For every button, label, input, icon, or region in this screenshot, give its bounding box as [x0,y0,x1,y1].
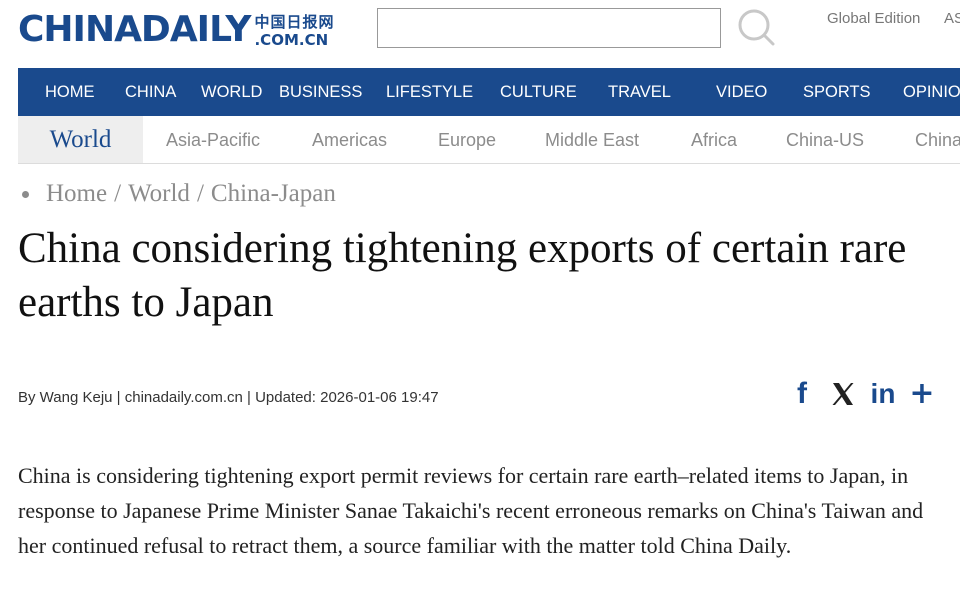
nav-video[interactable]: VIDEO [716,68,767,116]
section-subnav: World Asia-Pacific Americas Europe Middl… [18,116,960,164]
subnav-americas[interactable]: Americas [312,116,387,163]
logo-sub: 中国日报网 .COM.CN [254,15,334,48]
nav-lifestyle[interactable]: LIFESTYLE [386,68,473,116]
main-nav: HOME CHINA WORLD BUSINESS LIFESTYLE CULT… [18,68,960,116]
china-daily-logo[interactable]: CHINADAILY 中国日报网 .COM.CN [18,8,335,48]
breadcrumb: Home / World / China-Japan [18,178,336,210]
breadcrumb-separator: / [114,180,122,207]
nav-sports[interactable]: SPORTS [803,68,871,116]
nav-culture[interactable]: CULTURE [500,68,577,116]
subnav-middle-east[interactable]: Middle East [545,116,639,163]
bullet-icon [22,190,29,198]
logo-chinese: 中国日报网 [254,13,335,31]
subnav-china-us[interactable]: China-US [786,116,864,163]
subnav-asia-pacific[interactable]: Asia-Pacific [166,116,260,163]
nav-opinion[interactable]: OPINION [903,68,960,116]
logo-domain: .COM.CN [254,31,329,49]
subnav-current-world[interactable]: World [18,116,143,163]
nav-home[interactable]: HOME [45,68,95,116]
search-icon [738,9,775,46]
facebook-icon[interactable]: f [791,376,813,412]
plus-icon[interactable]: + [907,376,937,412]
subnav-africa[interactable]: Africa [691,116,737,163]
logo-wordmark: CHINADAILY [18,9,251,50]
article-headline: China considering tightening exports of … [18,225,907,326]
breadcrumb-separator: / [196,180,204,207]
asia-edition-link[interactable]: ASIA [944,10,960,27]
global-edition-link[interactable]: Global Edition [827,10,920,27]
nav-china[interactable]: CHINA [125,68,176,116]
x-icon[interactable] [828,376,858,412]
subnav-china-europe[interactable]: China-Europe [915,116,960,163]
nav-travel[interactable]: TRAVEL [608,68,671,116]
article-paragraph: China is considering tightening export p… [18,463,924,558]
breadcrumb-world[interactable]: World [128,180,190,208]
subnav-europe[interactable]: Europe [438,116,496,163]
search-input[interactable] [377,8,721,48]
search-button[interactable] [736,7,776,47]
nav-business[interactable]: BUSINESS [279,68,362,116]
breadcrumb-china-japan[interactable]: China-Japan [211,180,336,208]
article-byline: By Wang Keju | chinadaily.com.cn | Updat… [18,389,439,406]
nav-world[interactable]: WORLD [201,68,262,116]
linkedin-icon[interactable]: in [866,376,900,412]
breadcrumb-home[interactable]: Home [46,180,107,208]
